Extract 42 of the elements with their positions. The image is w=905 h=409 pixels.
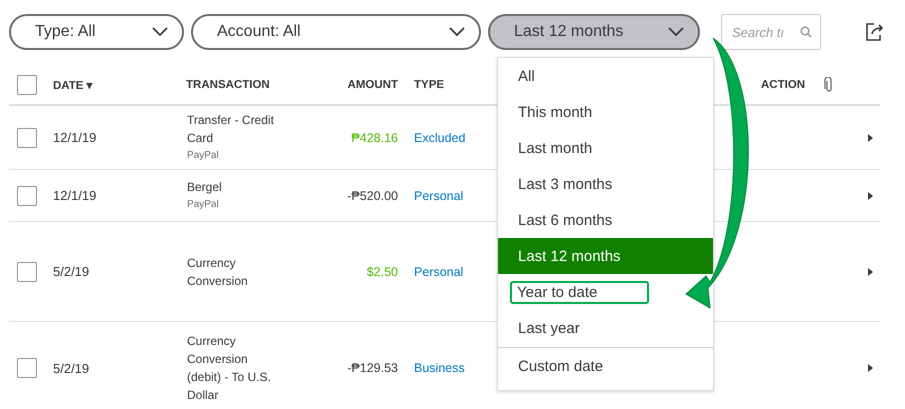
column-header: AMOUNT: [348, 78, 398, 90]
date-cell-text: 5/2/19: [53, 264, 90, 279]
type-link[interactable]: Excluded: [414, 130, 466, 144]
column-header[interactable]: DATE ▾: [53, 78, 93, 92]
date-cell-text: 12/1/19: [53, 188, 98, 203]
highlighted-option: Year to date: [510, 280, 650, 304]
menu-item[interactable]: Last 6 months: [498, 202, 713, 238]
date-cell-text: 12/1/19: [53, 130, 98, 145]
amount-cell-text: $2.50: [366, 264, 398, 278]
transaction-text: Conversion: [187, 272, 249, 290]
type-link[interactable]: Personal: [414, 188, 464, 202]
transaction-text: Bergel: [187, 178, 223, 196]
menu-item[interactable]: Year to date: [498, 274, 713, 310]
transaction-text: Dollar: [187, 387, 220, 404]
column-header: TYPE: [413, 78, 444, 90]
transaction-text: (debit) - To U.S.: [187, 369, 272, 386]
filter-dropdown[interactable]: Type: All: [9, 14, 184, 50]
menu-item[interactable]: Last 12 months: [498, 238, 713, 274]
menu-item[interactable]: Last month: [498, 130, 713, 166]
menu-item[interactable]: Last 3 months: [498, 166, 713, 202]
source-text: PayPal: [187, 198, 220, 212]
menu-item[interactable]: All: [498, 58, 713, 94]
date-cell-text: 5/2/19: [53, 360, 90, 376]
transaction-text: Card: [187, 130, 214, 146]
search-field[interactable]: Search tı: [721, 14, 821, 50]
column-header: ACTION: [761, 78, 806, 90]
type-link[interactable]: Business: [414, 361, 465, 375]
transaction-text: Currency: [187, 333, 237, 350]
filter-dropdown[interactable]: Account: All: [191, 14, 481, 50]
transaction-text: Conversion: [187, 351, 249, 368]
column-header: TRANSACTION: [186, 78, 270, 90]
transaction-text: Currency: [187, 254, 237, 272]
menu-item[interactable]: Custom date: [498, 348, 713, 384]
filter-dropdown[interactable]: Last 12 months: [488, 14, 700, 50]
amount-cell-text: ₱428.16: [350, 130, 398, 144]
amount-cell-text: -₱129.53: [346, 361, 398, 375]
source-text: PayPal: [187, 148, 220, 162]
amount-cell-text: -₱520.00: [346, 188, 398, 202]
menu-item[interactable]: This month: [498, 94, 713, 130]
transaction-text: Transfer - Credit: [187, 112, 275, 128]
menu-item[interactable]: Last year: [498, 310, 713, 346]
type-link[interactable]: Personal: [414, 264, 464, 278]
